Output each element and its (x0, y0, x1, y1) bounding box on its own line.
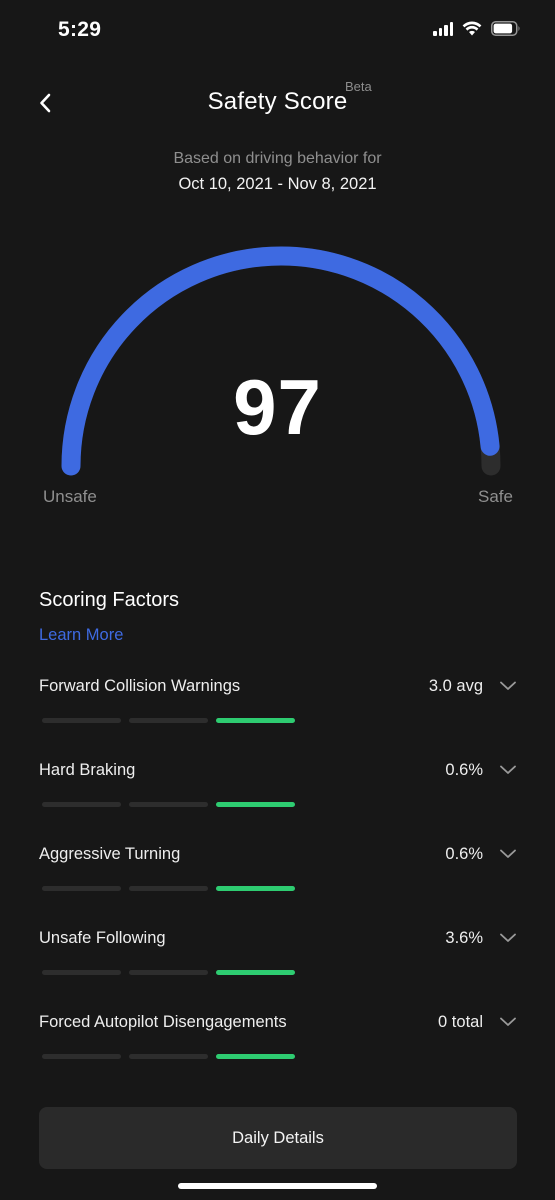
nav-header: Safety Score Beta (0, 79, 555, 130)
factor-row[interactable]: Forced Autopilot Disengagements 0 total (0, 921, 555, 1059)
date-range: Oct 10, 2021 - Nov 8, 2021 (178, 175, 377, 193)
factor-row[interactable]: Unsafe Following 3.6% (0, 837, 555, 975)
battery-icon (491, 21, 520, 36)
period-subtitle: Based on driving behavior for (173, 150, 382, 167)
factor-row[interactable]: Aggressive Turning 0.6% (0, 753, 555, 891)
factor-row[interactable]: Hard Braking 0.6% (0, 669, 555, 807)
daily-details-label: Daily Details (232, 1128, 324, 1147)
factor-row[interactable]: Forward Collision Warnings 3.0 avg (0, 585, 555, 723)
beta-badge: Beta (345, 79, 372, 94)
level-segment (42, 1054, 121, 1059)
status-bar: 5:29 (0, 0, 555, 60)
score-value: 97 (233, 363, 322, 451)
level-segment (129, 1054, 208, 1059)
page-title-wrap: Safety Score (0, 88, 555, 116)
wifi-icon (462, 21, 482, 36)
status-time: 5:29 (58, 18, 102, 41)
home-indicator (178, 1183, 377, 1189)
status-icons (433, 21, 521, 36)
safety-score-gauge: 97 Unsafe Safe (0, 230, 555, 530)
gauge-max-label: Safe (478, 487, 513, 506)
daily-details-button[interactable]: Daily Details (39, 1107, 517, 1169)
page-title: Safety Score (207, 88, 348, 115)
cellular-signal-icon (433, 22, 453, 36)
factor-value: 0 total (438, 1013, 483, 1031)
factor-label: Forced Autopilot Disengagements (39, 1013, 287, 1031)
factor-level-bars (42, 1054, 295, 1059)
gauge-min-label: Unsafe (43, 487, 97, 506)
chevron-down-icon[interactable] (499, 1015, 517, 1029)
level-segment (216, 1054, 295, 1059)
